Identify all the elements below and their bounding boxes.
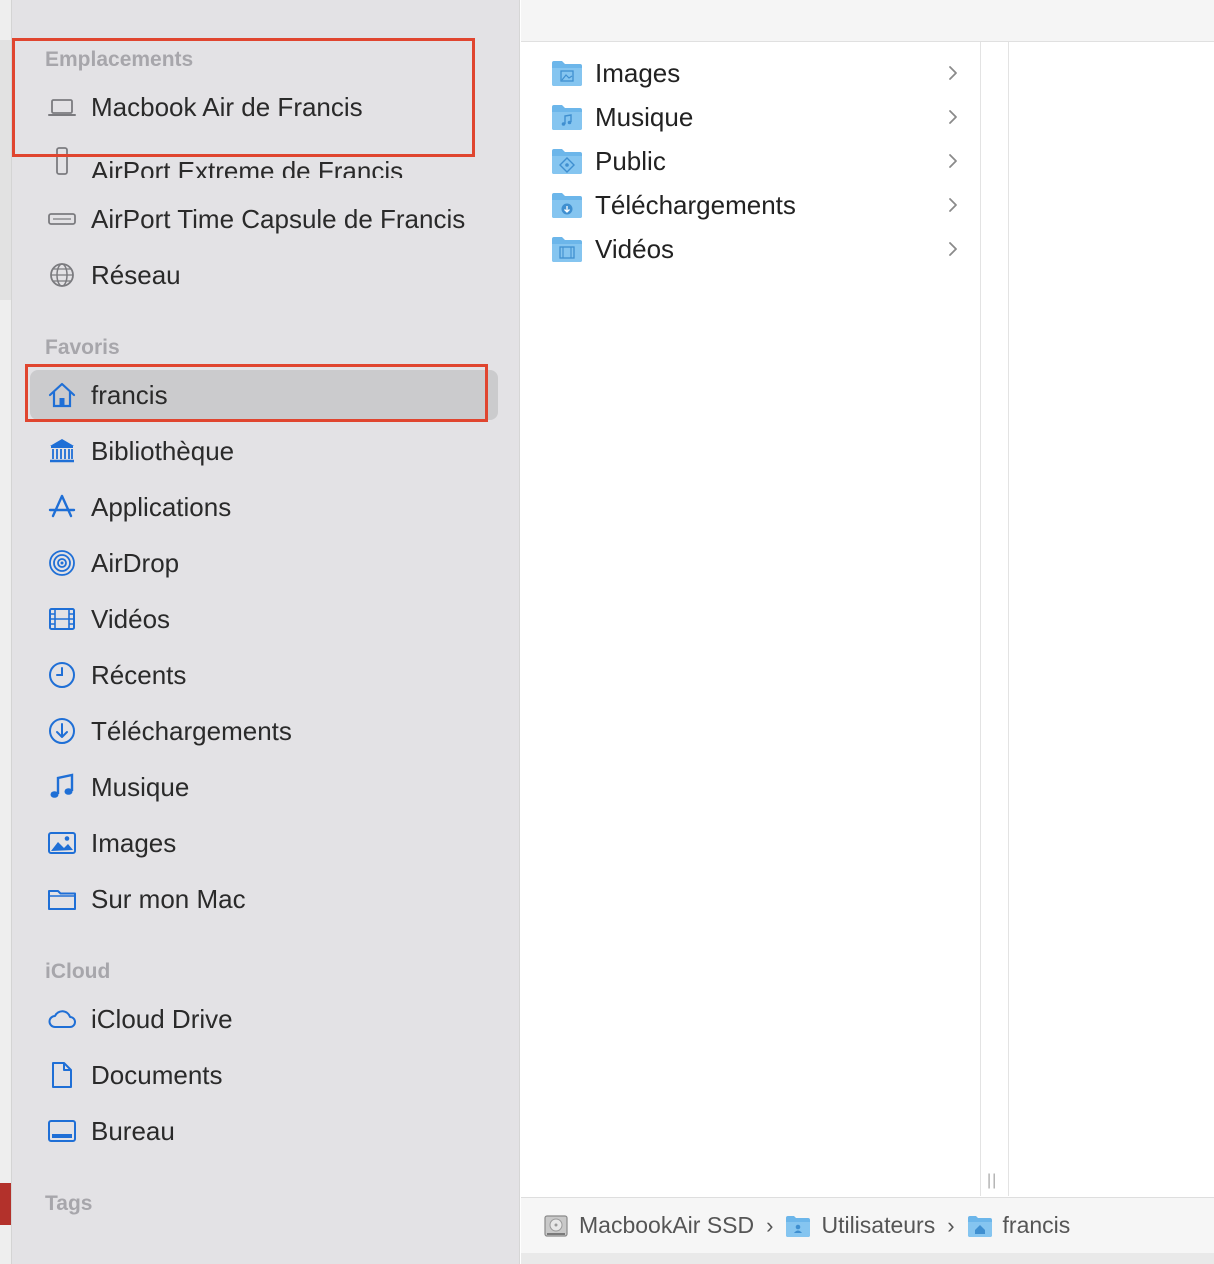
path-crumb-label: francis [1002,1212,1071,1238]
column-item-videos[interactable]: Vidéos [551,229,961,269]
sidebar-item-label: Documents [91,1059,223,1090]
sidebar-item-label: Bureau [91,1115,175,1146]
clock-icon [45,658,79,692]
users-folder-icon [785,1214,811,1238]
highlight-box-macbook [12,38,475,157]
public-folder-icon [551,147,583,175]
column-item-music[interactable]: Musique [551,97,961,137]
sidebar-item-label: Sur mon Mac [91,883,246,914]
cloud-icon [45,1002,79,1036]
browser-column-empty [1008,42,1214,1196]
sidebar-item-airdrop[interactable]: AirDrop [30,538,498,588]
column-item-name: Musique [595,101,694,132]
sidebar-item-label: Musique [91,771,190,802]
sidebar-item-library[interactable]: Bibliothèque [30,426,498,476]
column-item-name: Public [595,145,666,176]
sidebar-item-label: Vidéos [91,603,171,634]
chevron-right-icon [945,105,961,129]
sidebar-item-on-my-mac[interactable]: Sur mon Mac [30,874,498,924]
sidebar-item-network[interactable]: Réseau [30,250,498,300]
section-header-favorites: Favoris [45,336,120,359]
movies-folder-icon [551,235,583,263]
background-window-edge [0,0,12,1264]
film-icon [45,602,79,636]
music-folder-icon [551,103,583,131]
chevron-right-icon [945,61,961,85]
airdrop-icon [45,546,79,580]
finder-sidebar: Emplacements Macbook Air de Francis AirP… [12,0,520,1264]
column-item-name: Vidéos [595,233,675,264]
home-folder-icon [967,1214,993,1238]
column-item-downloads[interactable]: Téléchargements [551,185,961,225]
column-item-name: Téléchargements [595,189,796,220]
download-icon [45,714,79,748]
section-header-tags: Tags [45,1192,93,1215]
music-note-icon [45,770,79,804]
path-crumb-label: MacbookAir SSD [579,1212,755,1238]
chevron-right-icon [945,149,961,173]
chevron-right-icon [945,237,961,261]
sidebar-item-documents[interactable]: Documents [30,1050,498,1100]
path-crumb-disk[interactable]: MacbookAir SSD [543,1212,754,1239]
images-folder-icon [551,59,583,87]
sidebar-item-label: Bibliothèque [91,435,235,466]
sidebar-item-music[interactable]: Musique [30,762,498,812]
sidebar-item-downloads[interactable]: Téléchargements [30,706,498,756]
window-bottom-edge [521,1253,1214,1264]
path-separator: › [947,1212,955,1238]
sidebar-item-recents[interactable]: Récents [30,650,498,700]
background-red-element [0,1183,11,1225]
path-crumb-users[interactable]: Utilisateurs [785,1212,935,1239]
column-item-public[interactable]: Public [551,141,961,181]
desktop-icon [45,1114,79,1148]
sidebar-item-label: iCloud Drive [91,1003,233,1034]
sidebar-item-label: Réseau [91,259,181,290]
chevron-right-icon [945,193,961,217]
document-icon [45,1058,79,1092]
sidebar-item-time-capsule[interactable]: AirPort Time Capsule de Francis [30,194,498,244]
path-crumb-label: Utilisateurs [821,1212,936,1238]
sidebar-item-label: AirDrop [91,547,180,578]
folder-icon [45,882,79,916]
library-icon [45,434,79,468]
sidebar-item-videos[interactable]: Vidéos [30,594,498,644]
section-header-icloud: iCloud [45,960,111,983]
column-item-name: Images [595,57,681,88]
photo-icon [45,826,79,860]
sidebar-item-label: Images [91,827,177,858]
globe-icon [45,258,79,292]
sidebar-item-icloud-drive[interactable]: iCloud Drive [30,994,498,1044]
sidebar-item-label: Récents [91,659,187,690]
downloads-folder-icon [551,191,583,219]
highlight-box-francis [25,364,488,422]
path-separator: › [766,1212,774,1238]
path-bar: MacbookAir SSD › Utilisateurs › francis [521,1197,1214,1253]
sidebar-item-desktop[interactable]: Bureau [30,1106,498,1156]
time-capsule-icon [45,202,79,236]
applications-icon [45,490,79,524]
sidebar-item-label: Applications [91,491,232,522]
sidebar-item-images[interactable]: Images [30,818,498,868]
path-crumb-home[interactable]: francis [967,1212,1071,1239]
sidebar-item-label: AirPort Extreme de Francis [91,156,404,178]
toolbar-edge [521,0,1214,42]
sidebar-item-label: AirPort Time Capsule de Francis [91,203,466,234]
disk-icon [543,1214,569,1238]
browser-column: Images Musique Public Téléchargements Vi… [521,42,981,1196]
sidebar-item-applications[interactable]: Applications [30,482,498,532]
column-resize-handle[interactable]: || [987,1172,997,1190]
sidebar-item-label: Téléchargements [91,715,292,746]
column-item-images[interactable]: Images [551,53,961,93]
